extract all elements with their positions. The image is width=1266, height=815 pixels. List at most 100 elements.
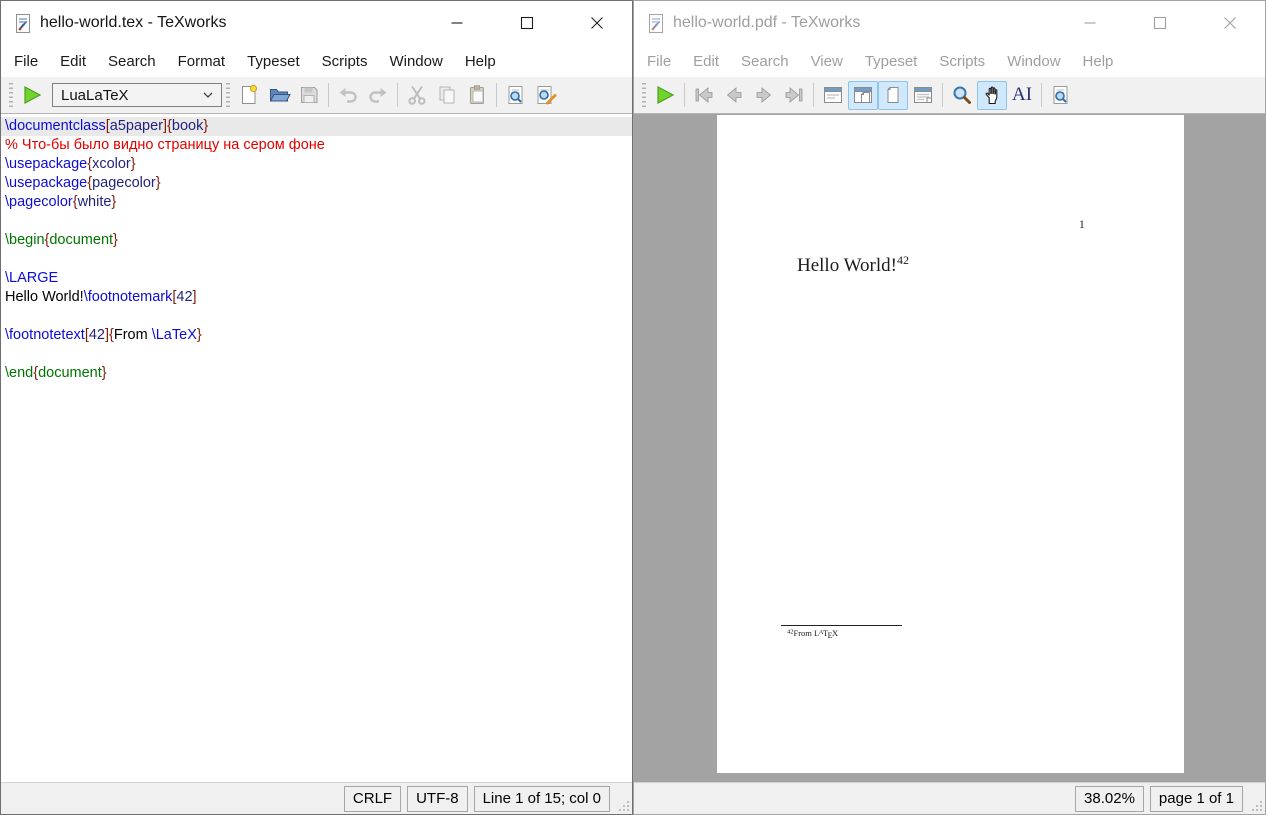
text-select-tool-button[interactable]: AI [1007, 81, 1037, 110]
menu-item-typeset[interactable]: Typeset [854, 48, 929, 75]
close-button[interactable] [562, 1, 632, 45]
zoom-level-indicator[interactable]: 38.02% [1075, 786, 1144, 812]
code-line-1[interactable]: \documentclass[a5paper]{book} [1, 117, 632, 136]
hand-icon [980, 83, 1004, 107]
menu-item-scripts[interactable]: Scripts [928, 48, 996, 75]
code-line-10[interactable]: Hello World!\footnotemark[42] [1, 288, 632, 307]
resize-grip[interactable] [1252, 801, 1263, 812]
code-line-6[interactable] [1, 212, 632, 231]
continuous-view-button[interactable] [908, 81, 938, 110]
toolbar-drag-handle[interactable] [642, 83, 646, 107]
replace-button[interactable] [531, 81, 561, 110]
previous-page-button[interactable] [719, 81, 749, 110]
pdf-toolbar: AI [634, 77, 1265, 114]
save-button[interactable] [294, 81, 324, 110]
engine-select[interactable]: LuaLaTeX [52, 83, 222, 107]
maximize-button[interactable] [492, 1, 562, 45]
redo-button[interactable] [363, 81, 393, 110]
menu-item-help[interactable]: Help [1072, 48, 1125, 75]
actual-size-button[interactable] [878, 81, 908, 110]
continuous-view-icon [911, 83, 935, 107]
new-document-button[interactable] [234, 81, 264, 110]
first-page-button[interactable] [689, 81, 719, 110]
engine-value: LuaLaTeX [61, 87, 129, 104]
play-icon [21, 84, 43, 106]
code-line-2[interactable]: % Что-бы было видно страницу на сером фо… [1, 136, 632, 155]
caption-buttons [1055, 1, 1265, 45]
typeset-button[interactable] [17, 81, 47, 110]
pdf-viewport[interactable]: 1 Hello World!42 42From LATEX [634, 114, 1265, 782]
source-titlebar[interactable]: hello-world.tex - TeXworks [1, 1, 632, 45]
last-page-button[interactable] [779, 81, 809, 110]
code-line-12[interactable]: \footnotetext[42]{From \LaTeX} [1, 326, 632, 345]
undo-icon [336, 83, 360, 107]
menu-item-scripts[interactable]: Scripts [311, 48, 379, 75]
menu-item-format[interactable]: Format [167, 48, 237, 75]
code-line-4[interactable]: \usepackage{pagecolor} [1, 174, 632, 193]
typeset-button[interactable] [650, 81, 680, 110]
maximize-icon [1152, 15, 1168, 31]
minimize-button[interactable] [1055, 1, 1125, 45]
close-button[interactable] [1195, 1, 1265, 45]
texworks-doc-icon [15, 13, 32, 34]
paste-clipboard-icon [465, 83, 489, 107]
toolbar-separator [813, 83, 814, 107]
code-line-14[interactable]: \end{document} [1, 364, 632, 383]
footnote-rule [781, 625, 902, 626]
code-line-13[interactable] [1, 345, 632, 364]
maximize-button[interactable] [1125, 1, 1195, 45]
code-line-5[interactable]: \pagecolor{white} [1, 193, 632, 212]
single-page-view-icon [821, 83, 845, 107]
next-page-button[interactable] [749, 81, 779, 110]
copy-button[interactable] [432, 81, 462, 110]
pdf-titlebar[interactable]: hello-world.pdf - TeXworks [634, 1, 1265, 45]
find-icon [1049, 83, 1073, 107]
caret-position-indicator[interactable]: Line 1 of 15; col 0 [474, 786, 610, 812]
chevron-down-icon [203, 92, 213, 98]
undo-button[interactable] [333, 81, 363, 110]
code-line-9[interactable]: \LARGE [1, 269, 632, 288]
menu-item-window[interactable]: Window [378, 48, 453, 75]
encoding-selector[interactable]: UTF-8 [407, 786, 468, 812]
fit-width-button[interactable] [848, 81, 878, 110]
code-line-8[interactable] [1, 250, 632, 269]
menu-item-edit[interactable]: Edit [682, 48, 730, 75]
resize-grip[interactable] [619, 801, 630, 812]
code-line-3[interactable]: \usepackage{xcolor} [1, 155, 632, 174]
pdf-menubar: FileEditSearchViewTypesetScriptsWindowHe… [634, 45, 1265, 77]
menu-item-edit[interactable]: Edit [49, 48, 97, 75]
menu-item-file[interactable]: File [636, 48, 682, 75]
toolbar-drag-handle[interactable] [9, 83, 13, 107]
texworks-pdf-window: hello-world.pdf - TeXworks [633, 0, 1266, 815]
window-title: hello-world.tex - TeXworks [40, 14, 226, 32]
magnifier-icon [950, 83, 974, 107]
menu-item-help[interactable]: Help [454, 48, 507, 75]
footnote-mark-superscript: 42 [897, 253, 909, 267]
code-line-15[interactable] [1, 383, 632, 402]
code-line-7[interactable]: \begin{document} [1, 231, 632, 250]
open-button[interactable] [264, 81, 294, 110]
menu-item-search[interactable]: Search [97, 48, 167, 75]
hand-tool-button[interactable] [977, 81, 1007, 110]
find-replace-icon [534, 83, 558, 107]
cut-button[interactable] [402, 81, 432, 110]
minimize-button[interactable] [422, 1, 492, 45]
menu-item-window[interactable]: Window [996, 48, 1071, 75]
find-button[interactable] [501, 81, 531, 110]
texworks-doc-icon [648, 13, 665, 34]
fit-window-button[interactable] [818, 81, 848, 110]
magnify-tool-button[interactable] [947, 81, 977, 110]
source-editor[interactable]: \documentclass[a5paper]{book}% Что-бы бы… [1, 114, 632, 782]
menu-item-search[interactable]: Search [730, 48, 800, 75]
pdf-page[interactable]: 1 Hello World!42 42From LATEX [717, 115, 1184, 773]
menu-item-view[interactable]: View [800, 48, 854, 75]
paste-button[interactable] [462, 81, 492, 110]
footnote-text: 42From LATEX [787, 628, 838, 640]
toolbar-drag-handle[interactable] [226, 83, 230, 107]
line-ending-selector[interactable]: CRLF [344, 786, 401, 812]
find-button[interactable] [1046, 81, 1076, 110]
menu-item-typeset[interactable]: Typeset [236, 48, 311, 75]
menu-item-file[interactable]: File [3, 48, 49, 75]
code-line-11[interactable] [1, 307, 632, 326]
page-indicator[interactable]: page 1 of 1 [1150, 786, 1243, 812]
